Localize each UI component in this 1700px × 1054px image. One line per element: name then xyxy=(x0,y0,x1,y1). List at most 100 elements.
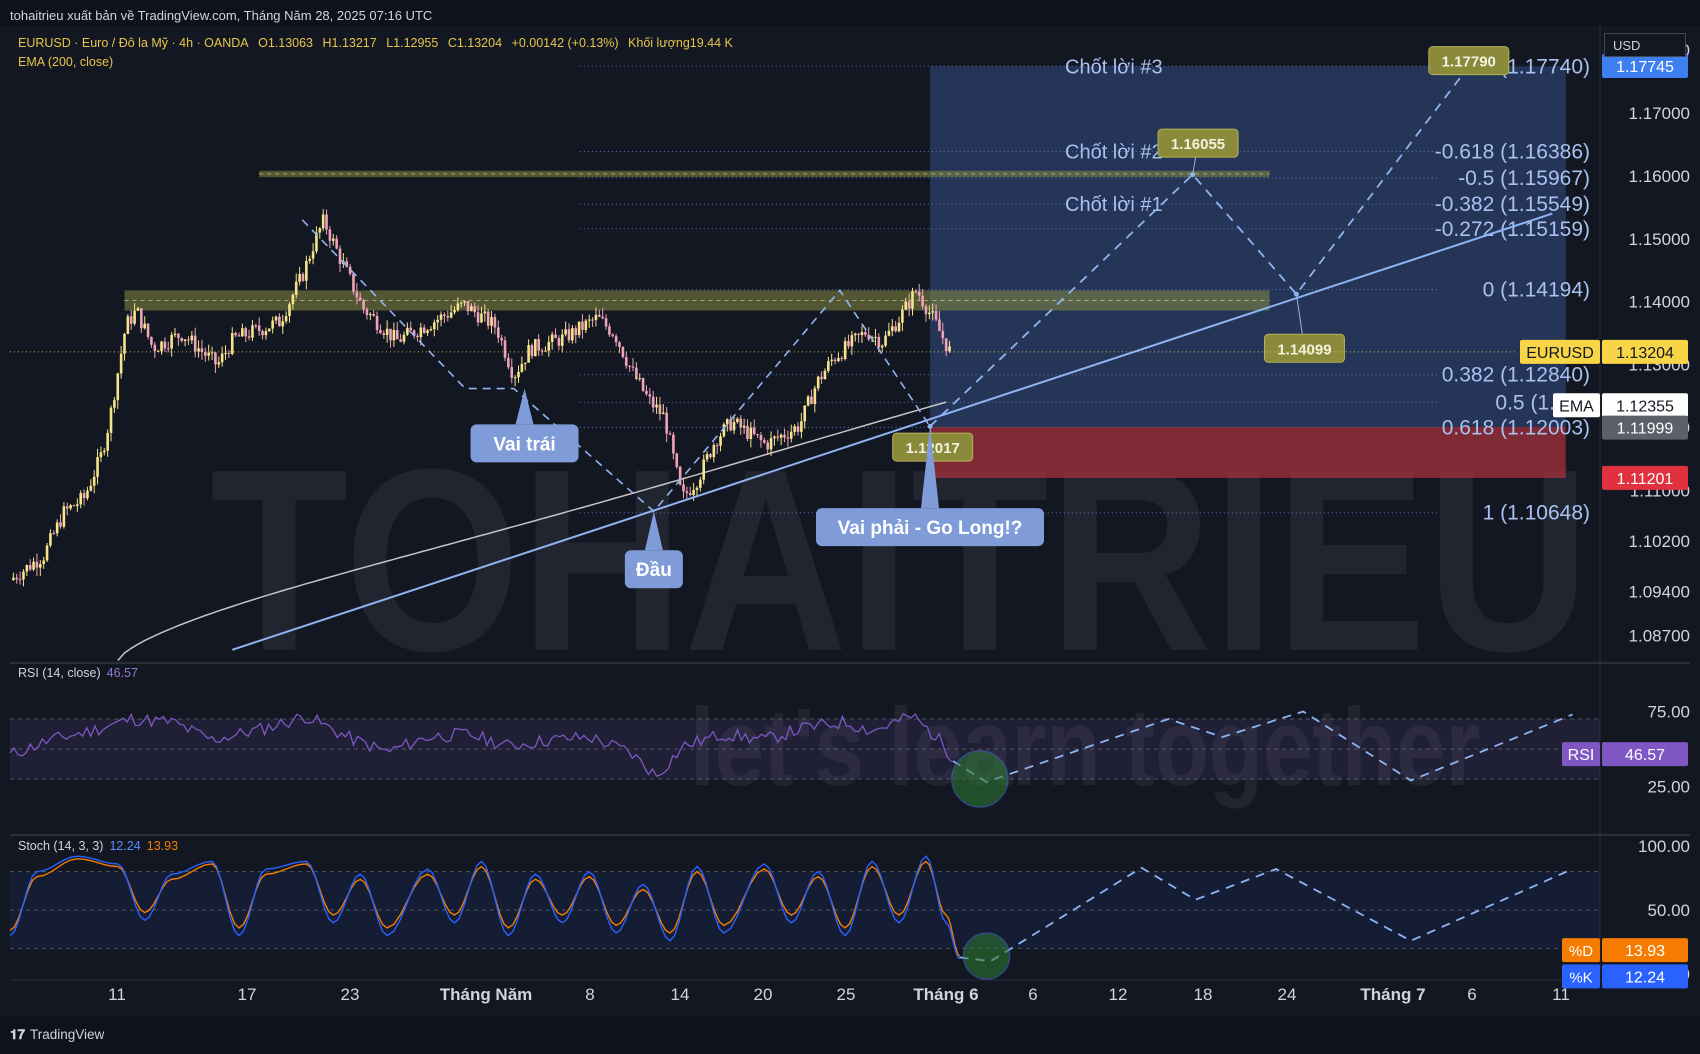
fib-level-label: -0.272 (1.15159) xyxy=(1435,218,1590,241)
stoch-indicator-label[interactable]: Stoch (14, 3, 3) 12.24 13.93 xyxy=(18,839,178,853)
candle-body xyxy=(500,337,503,341)
candle-body xyxy=(244,328,248,337)
currency-button[interactable]: USD xyxy=(1604,33,1686,57)
stoch-axis-tick: 50.00 xyxy=(1647,901,1690,920)
candle-body xyxy=(82,493,86,499)
candle-body xyxy=(715,445,719,447)
candle-body xyxy=(207,352,210,356)
candle-body xyxy=(732,422,736,431)
candle-body xyxy=(779,434,783,438)
candle-body xyxy=(136,308,140,311)
candle-body xyxy=(887,330,891,336)
candle-body xyxy=(712,445,716,458)
candle-body xyxy=(614,336,618,343)
candle-body xyxy=(800,421,803,432)
candle-body xyxy=(769,438,773,450)
candle-body xyxy=(668,433,672,435)
candle-body xyxy=(35,561,39,568)
candle-body xyxy=(234,333,237,336)
price-change: +0.00142 (+0.13%) xyxy=(511,36,619,50)
price-axis-tick: 1.17000 xyxy=(1629,104,1690,123)
candle-body xyxy=(618,342,621,347)
candle-body xyxy=(934,311,938,320)
candle-body xyxy=(170,334,173,349)
candle-body xyxy=(773,436,776,439)
candle-body xyxy=(109,407,113,433)
candle-body xyxy=(463,301,466,303)
candle-body xyxy=(665,412,668,434)
candle-body xyxy=(628,365,631,367)
candle-body xyxy=(577,321,581,336)
candle-body xyxy=(907,301,911,309)
candle-body xyxy=(395,330,399,340)
candle-body xyxy=(520,363,524,372)
candle-body xyxy=(446,316,450,318)
candle-body xyxy=(827,361,830,371)
candle-body xyxy=(402,334,406,342)
candle-body xyxy=(298,274,301,282)
candle-body xyxy=(140,308,143,329)
candle-body xyxy=(897,322,901,332)
candle-body xyxy=(369,314,372,316)
price-axis-tick: 1.08700 xyxy=(1629,626,1690,645)
volume-readout: Khối lượng19.44 K xyxy=(628,36,733,50)
candle-body xyxy=(89,485,93,491)
candle-body xyxy=(837,358,840,362)
candle-body xyxy=(379,329,382,334)
symbol-info-bar[interactable]: EURUSD · Euro / Đô la Mỹ · 4h · OANDA O1… xyxy=(18,36,739,50)
pattern-label-text: Vai trái xyxy=(493,434,555,455)
candle-body xyxy=(860,332,864,335)
pattern-label-text: Vai phải - Go Long!? xyxy=(838,518,1023,539)
candle-body xyxy=(688,493,692,495)
candle-body xyxy=(705,454,709,460)
candle-body xyxy=(470,306,473,312)
tradingview-footer[interactable]: 𝟏𝟕 TradingView xyxy=(10,1027,104,1043)
candle-body xyxy=(473,306,477,313)
candle-body xyxy=(914,291,918,293)
stoch-axis-name: %K xyxy=(1569,969,1592,986)
candle-body xyxy=(254,325,258,327)
candle-body xyxy=(274,316,278,321)
candle-body xyxy=(355,291,359,298)
candle-body xyxy=(938,319,941,331)
ema-indicator-label[interactable]: EMA (200, close) xyxy=(18,55,113,69)
candle-body xyxy=(59,522,62,527)
time-axis-tick: 20 xyxy=(754,985,773,1004)
candle-body xyxy=(510,367,514,378)
candle-body xyxy=(682,484,685,492)
candle-body xyxy=(220,353,224,363)
symbol-title[interactable]: EURUSD · Euro / Đô la Mỹ · 4h · OANDA xyxy=(18,36,249,50)
axis-tag-name: EMA xyxy=(1559,398,1594,415)
candle-body xyxy=(537,339,540,351)
time-axis-tick: 23 xyxy=(341,985,360,1004)
candle-body xyxy=(739,418,743,428)
candle-body xyxy=(877,336,881,348)
candle-body xyxy=(833,359,837,362)
tradingview-logo-icon: 𝟏𝟕 xyxy=(10,1027,26,1042)
candle-body xyxy=(486,311,490,326)
candle-body xyxy=(362,300,365,310)
candle-body xyxy=(658,404,662,415)
time-axis-tick: 14 xyxy=(671,985,690,1004)
fib-level-label: -0.618 (1.16386) xyxy=(1435,141,1590,164)
candle-body xyxy=(160,341,163,352)
candle-body xyxy=(850,335,854,347)
candle-body xyxy=(133,310,136,324)
candle-body xyxy=(557,338,561,346)
rsi-indicator-label[interactable]: RSI (14, close) 46.57 xyxy=(18,666,138,680)
candle-body xyxy=(166,348,170,350)
stoch-oversold-marker xyxy=(962,932,1011,980)
candle-body xyxy=(554,334,557,339)
candle-body xyxy=(311,251,315,259)
candle-body xyxy=(810,396,813,405)
candle-body xyxy=(278,316,281,327)
time-axis-tick: 6 xyxy=(1467,985,1476,1004)
chart-canvas[interactable]: TOHAITRIEUlet's learn together-1 (1.1774… xyxy=(0,0,1700,1054)
candle-body xyxy=(389,328,392,341)
candle-body xyxy=(507,357,510,368)
candle-body xyxy=(62,506,66,527)
candle-body xyxy=(655,404,658,408)
candle-body xyxy=(456,303,460,311)
candle-body xyxy=(931,311,934,313)
candle-body xyxy=(534,339,537,357)
